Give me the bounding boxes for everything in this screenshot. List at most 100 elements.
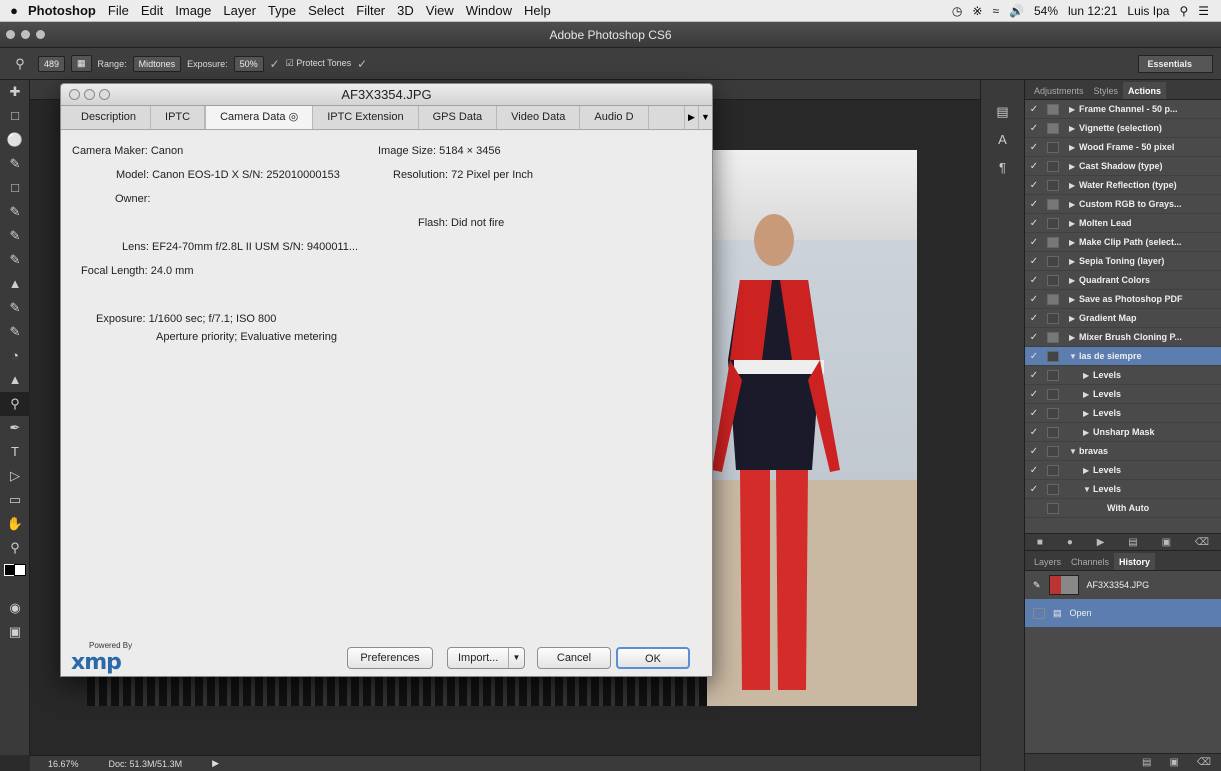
collapsed-triangle-icon[interactable]: ▶	[1083, 466, 1093, 475]
apple-icon[interactable]: ●	[0, 3, 28, 18]
doc-size[interactable]: Doc: 51.3M/51.3M	[109, 759, 183, 769]
toggle-item-check-icon[interactable]: ✓	[1025, 237, 1043, 248]
menu-window[interactable]: Window	[466, 3, 512, 18]
tab-camera-data[interactable]: Camera Data ◎	[205, 106, 314, 129]
dialog-window-controls[interactable]	[69, 89, 110, 100]
history-state-open[interactable]: ▤ Open	[1025, 599, 1221, 627]
tab-description[interactable]: Description	[67, 106, 152, 129]
dialog-toggle-box[interactable]	[1047, 236, 1059, 248]
toggle-item-check-icon[interactable]: ✓	[1025, 408, 1043, 419]
action-item[interactable]: ✓ ▼ las de siempre	[1025, 347, 1221, 366]
collapsed-triangle-icon[interactable]: ▶	[1069, 219, 1079, 228]
protect-tones-checkbox[interactable]: ☑ Protect Tones	[286, 58, 351, 69]
dialog-toggle-box[interactable]	[1047, 122, 1059, 134]
battery-status[interactable]: 54%	[1034, 4, 1058, 18]
toggle-item-check-icon[interactable]: ✓	[1025, 294, 1043, 305]
action-item[interactable]: ✓ ▶ Levels	[1025, 385, 1221, 404]
history-brush-source-icon[interactable]: ✎	[1033, 580, 1041, 591]
tab-history[interactable]: History	[1114, 553, 1156, 570]
exposure-mode-value[interactable]: Aperture priority; Evaluative metering	[156, 331, 337, 343]
toggle-item-check-icon[interactable]: ✓	[1025, 256, 1043, 267]
play-icon[interactable]: ▶	[1097, 537, 1105, 548]
collapsed-triangle-icon[interactable]: ▶	[1083, 409, 1093, 418]
menu-type[interactable]: Type	[268, 3, 296, 18]
dialog-toggle-box[interactable]	[1047, 426, 1059, 438]
new-set-icon[interactable]: ▤	[1128, 537, 1137, 548]
dialog-toggle-box[interactable]	[1047, 160, 1059, 172]
exposure-field-value[interactable]: 1/1600 sec; f/7.1; ISO 800	[149, 313, 277, 325]
trash-icon[interactable]: ⌫	[1195, 537, 1209, 548]
collapsed-triangle-icon[interactable]: ▶	[1069, 276, 1079, 285]
ok-button[interactable]: OK	[616, 647, 690, 669]
menu-select[interactable]: Select	[308, 3, 344, 18]
dialog-toggle-box[interactable]	[1047, 464, 1059, 476]
toggle-item-check-icon[interactable]: ✓	[1025, 351, 1043, 362]
toggle-item-check-icon[interactable]: ✓	[1025, 104, 1043, 115]
menu-file[interactable]: File	[108, 3, 129, 18]
dialog-toggle-box[interactable]	[1047, 388, 1059, 400]
blur-tool-icon[interactable]: ▲	[0, 368, 30, 392]
menu-layer[interactable]: Layer	[223, 3, 256, 18]
history-trash-icon[interactable]: ⌫	[1197, 757, 1211, 768]
tab-channels[interactable]: Channels	[1066, 553, 1114, 570]
gradient-tool-icon[interactable]: ◔	[0, 344, 30, 368]
notification-icon[interactable]: ☰	[1198, 4, 1209, 18]
eyedropper-tool-icon[interactable]: ✎	[0, 200, 30, 224]
dialog-toggle-box[interactable]	[1047, 255, 1059, 267]
import-button[interactable]: Import... ▼	[447, 647, 525, 669]
paragraph-icon[interactable]: ¶	[981, 154, 1024, 182]
collapsed-triangle-icon[interactable]: ▶	[1069, 105, 1079, 114]
toggle-item-check-icon[interactable]: ✓	[1025, 465, 1043, 476]
lens-value[interactable]: EF24-70mm f/2.8L II USM S/N: 9400011...	[152, 241, 358, 253]
crop-tool-icon[interactable]: □	[0, 176, 30, 200]
dialog-toggle-box[interactable]	[1047, 331, 1059, 343]
action-item[interactable]: ✓ ▶ Mixer Brush Cloning P...	[1025, 328, 1221, 347]
flash-value[interactable]: Did not fire	[451, 217, 504, 229]
new-document-from-state-icon[interactable]: ▤	[1142, 757, 1151, 768]
character-icon[interactable]: A	[981, 126, 1024, 154]
toggle-item-check-icon[interactable]: ✓	[1025, 123, 1043, 134]
tab-iptc-extension[interactable]: IPTC Extension	[313, 106, 419, 129]
action-item[interactable]: ✓ ▶ Unsharp Mask	[1025, 423, 1221, 442]
dialog-toggle-box[interactable]	[1047, 198, 1059, 210]
dodge-tool-icon[interactable]: ⚲	[0, 392, 30, 416]
tabs-scroll-right-icon[interactable]: ▶	[684, 106, 698, 129]
action-item[interactable]: ✓ ▶ Custom RGB to Grays...	[1025, 195, 1221, 214]
exposure-input[interactable]: 50%	[233, 55, 264, 72]
action-item[interactable]: ✓ ▶ Wood Frame - 50 pixel	[1025, 138, 1221, 157]
menu-view[interactable]: View	[426, 3, 454, 18]
menu-help[interactable]: Help	[524, 3, 551, 18]
action-item[interactable]: ✓ ▶ Water Reflection (type)	[1025, 176, 1221, 195]
healing-tool-icon[interactable]: ✎	[0, 224, 30, 248]
toggle-item-check-icon[interactable]: ✓	[1025, 313, 1043, 324]
expanded-triangle-icon[interactable]: ▼	[1069, 447, 1079, 456]
toggle-item-check-icon[interactable]: ✓	[1025, 199, 1043, 210]
range-select[interactable]: Midtones	[132, 55, 182, 72]
toggle-item-check-icon[interactable]: ✓	[1025, 180, 1043, 191]
tab-gps-data[interactable]: GPS Data	[419, 106, 498, 129]
brush-size-picker[interactable]: 489	[38, 55, 66, 72]
toggle-item-check-icon[interactable]: ✓	[1025, 332, 1043, 343]
user-name[interactable]: Luis Ipa	[1127, 4, 1169, 18]
dialog-toggle-box[interactable]	[1047, 179, 1059, 191]
type-tool-icon[interactable]: T	[0, 440, 30, 464]
collapsed-triangle-icon[interactable]: ▶	[1069, 238, 1079, 247]
dialog-toggle-box[interactable]	[1047, 483, 1059, 495]
action-item[interactable]: ✓ ▶ Levels	[1025, 404, 1221, 423]
new-action-icon[interactable]: ▣	[1162, 537, 1171, 548]
history-brush-tool-icon[interactable]: ✎	[0, 296, 30, 320]
collapsed-triangle-icon[interactable]: ▶	[1083, 390, 1093, 399]
status-menu-arrow-icon[interactable]: ▶	[212, 758, 219, 769]
menu-3d[interactable]: 3D	[397, 3, 414, 18]
airbrush-icon[interactable]: ✓	[270, 57, 280, 71]
tab-actions[interactable]: Actions	[1123, 82, 1167, 99]
action-item[interactable]: ✓ ▶ Levels	[1025, 366, 1221, 385]
action-item[interactable]: ✓ ▶ Levels	[1025, 461, 1221, 480]
menu-filter[interactable]: Filter	[356, 3, 385, 18]
collapsed-triangle-icon[interactable]: ▶	[1069, 181, 1079, 190]
toggle-item-check-icon[interactable]: ✓	[1025, 142, 1043, 153]
preferences-button[interactable]: Preferences	[347, 647, 433, 669]
cancel-button[interactable]: Cancel	[537, 647, 611, 669]
screen-mode-icon[interactable]: ▣	[0, 620, 30, 644]
bluetooth-icon[interactable]: ※	[972, 4, 982, 18]
